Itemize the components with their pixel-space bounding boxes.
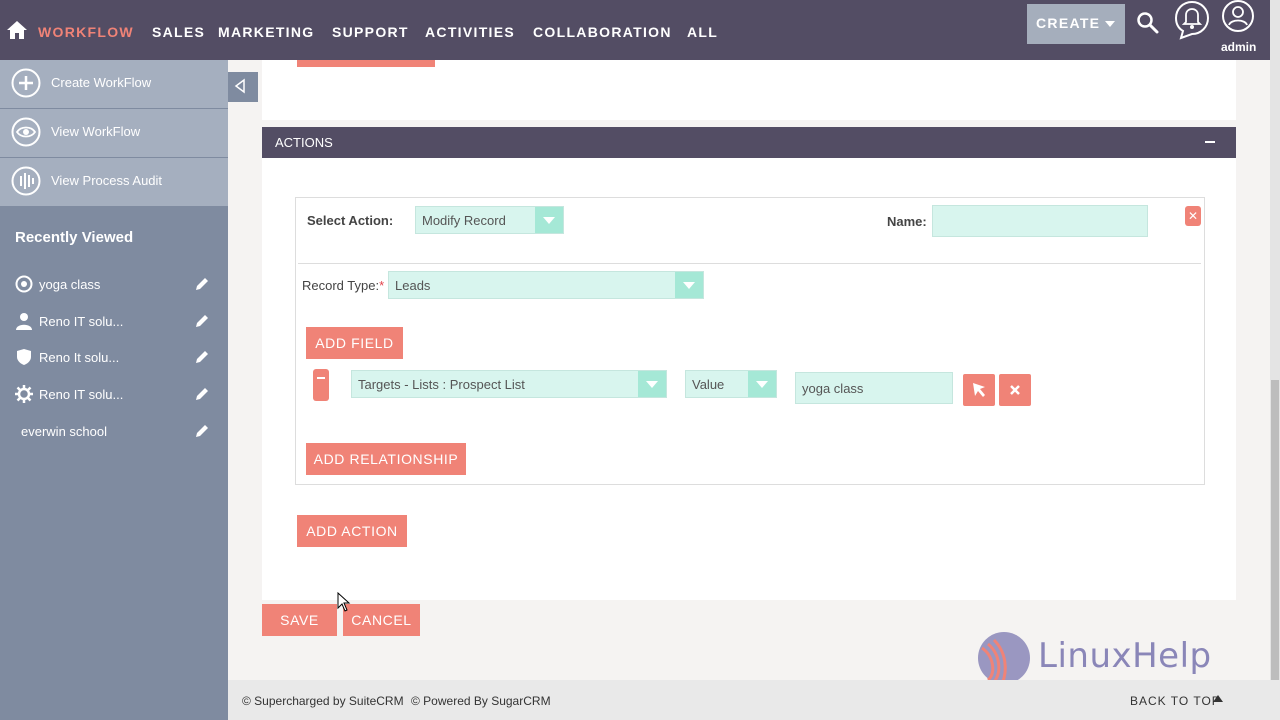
person-icon	[16, 313, 32, 330]
divider	[298, 263, 1201, 264]
pencil-edit-icon[interactable]	[194, 423, 210, 439]
pencil-edit-icon[interactable]	[194, 386, 210, 402]
record-type-label: Record Type:*	[302, 278, 384, 293]
create-button[interactable]: CREATE	[1027, 4, 1125, 44]
recent-item-yoga-class[interactable]: yoga class	[0, 269, 228, 299]
cancel-button[interactable]: CANCEL	[343, 604, 420, 636]
nav-item-workflow[interactable]: WORKFLOW	[38, 24, 134, 40]
footer-supercharged-link[interactable]: © Supercharged by SuiteCRM	[242, 694, 404, 708]
sidebar: Create WorkFlow View WorkFlow View Proce…	[0, 60, 228, 720]
chevron-down-icon	[748, 371, 776, 397]
nav-item-marketing[interactable]: MARKETING	[218, 24, 314, 40]
watermark-text: LinuxHelp	[1038, 636, 1212, 676]
remove-action-button[interactable]: ✕	[1185, 206, 1201, 226]
nav-item-sales[interactable]: SALES	[152, 24, 205, 40]
shield-icon	[17, 349, 31, 365]
arrow-up-icon	[1213, 695, 1223, 702]
recent-item-label: Reno It solu...	[39, 350, 120, 365]
sidebar-action-view-process-audit[interactable]: View Process Audit	[0, 158, 228, 206]
sidebar-collapse-button[interactable]	[228, 72, 258, 102]
chevron-down-icon	[675, 272, 703, 298]
mouse-cursor-icon	[337, 592, 351, 612]
back-to-top-link[interactable]: BACK TO TOP	[1130, 694, 1221, 708]
select-action-dropdown[interactable]: Modify Record	[415, 206, 564, 234]
record-type-label-text: Record Type:	[302, 278, 380, 293]
field-select-value: Targets - Lists : Prospect List	[358, 377, 525, 392]
recent-item-label: Reno IT solu...	[39, 314, 124, 329]
add-action-button[interactable]: ADD ACTION	[297, 515, 407, 547]
sidebar-action-label: View WorkFlow	[51, 124, 141, 139]
recent-item-label: Reno IT solu...	[39, 387, 124, 402]
chevron-down-icon	[1105, 21, 1115, 27]
select-record-button[interactable]	[963, 374, 995, 406]
target-icon	[15, 275, 33, 293]
record-type-value: Leads	[395, 278, 431, 293]
triangle-left-icon	[234, 78, 245, 94]
audit-bars-icon	[11, 166, 41, 196]
gear-icon	[15, 385, 33, 403]
nav-item-collaboration[interactable]: COLLABORATION	[533, 24, 672, 40]
nav-item-all[interactable]: ALL	[687, 24, 718, 40]
select-action-value: Modify Record	[422, 213, 506, 228]
pencil-edit-icon[interactable]	[194, 349, 210, 365]
scrollbar-thumb[interactable]	[1271, 380, 1279, 680]
recent-item-everwin-school[interactable]: everwin school	[0, 416, 228, 446]
action-item-box	[295, 197, 1205, 485]
close-icon	[1010, 385, 1020, 395]
pencil-edit-icon[interactable]	[194, 313, 210, 329]
remove-field-minus-button[interactable]	[313, 369, 329, 401]
pencil-edit-icon[interactable]	[194, 276, 210, 292]
linuxhelp-watermark-logo: LinuxHelp	[974, 628, 1234, 688]
conditions-panel-bottom	[262, 60, 1236, 120]
create-button-label: CREATE	[1036, 15, 1101, 31]
notification-bell-icon[interactable]	[1173, 0, 1211, 40]
collapse-minus-icon[interactable]	[1205, 141, 1215, 143]
sidebar-action-view-workflow[interactable]: View WorkFlow	[0, 109, 228, 157]
recent-item-reno-it-3[interactable]: Reno IT solu...	[0, 379, 228, 409]
recent-item-reno-it-2[interactable]: Reno It solu...	[0, 342, 228, 372]
sidebar-action-label: View Process Audit	[51, 173, 163, 188]
select-action-label: Select Action:	[307, 213, 394, 228]
field-type-value: Value	[692, 377, 725, 392]
eye-icon	[11, 117, 41, 147]
home-icon[interactable]	[6, 20, 28, 40]
page-scrollbar[interactable]	[1270, 0, 1280, 680]
recently-viewed-title: Recently Viewed	[15, 229, 134, 246]
field-value-input[interactable]: yoga class	[795, 372, 953, 404]
user-name-label[interactable]: admin	[1221, 40, 1256, 54]
action-name-input[interactable]	[932, 205, 1148, 237]
close-icon: ✕	[1187, 209, 1199, 223]
top-navigation-bar: WORKFLOW SALES MARKETING SUPPORT ACTIVIT…	[0, 0, 1270, 60]
arrow-cursor-icon	[973, 383, 985, 397]
save-button[interactable]: SAVE	[262, 604, 337, 636]
user-avatar-icon[interactable]	[1221, 0, 1255, 32]
required-asterisk: *	[379, 278, 385, 293]
record-type-dropdown[interactable]: Leads	[388, 271, 704, 299]
footer-powered-link[interactable]: © Powered By SugarCRM	[411, 694, 551, 708]
footer: © Supercharged by SuiteCRM © Powered By …	[228, 680, 1280, 720]
actions-panel-title: ACTIONS	[275, 135, 333, 150]
plus-circle-icon	[11, 68, 41, 98]
recent-item-label: yoga class	[39, 277, 101, 292]
field-select-dropdown[interactable]: Targets - Lists : Prospect List	[351, 370, 667, 398]
add-relationship-button[interactable]: ADD RELATIONSHIP	[306, 443, 466, 475]
add-field-button[interactable]: ADD FIELD	[306, 327, 403, 359]
field-type-dropdown[interactable]: Value	[685, 370, 777, 398]
recent-item-label: everwin school	[21, 424, 107, 439]
sidebar-action-label: Create WorkFlow	[51, 75, 152, 90]
partially-visible-button[interactable]	[297, 60, 435, 67]
nav-item-support[interactable]: SUPPORT	[332, 24, 409, 40]
actions-panel-header[interactable]: ACTIONS	[262, 127, 1236, 158]
chevron-down-icon	[638, 371, 666, 397]
sidebar-action-create-workflow[interactable]: Create WorkFlow	[0, 60, 228, 108]
linuxhelp-logo-icon	[978, 632, 1030, 685]
search-icon[interactable]	[1136, 11, 1160, 35]
clear-value-button[interactable]	[999, 374, 1031, 406]
name-label: Name:	[887, 214, 927, 229]
chevron-down-icon	[535, 207, 563, 233]
recent-item-reno-it-1[interactable]: Reno IT solu...	[0, 306, 228, 336]
nav-item-activities[interactable]: ACTIVITIES	[425, 24, 515, 40]
